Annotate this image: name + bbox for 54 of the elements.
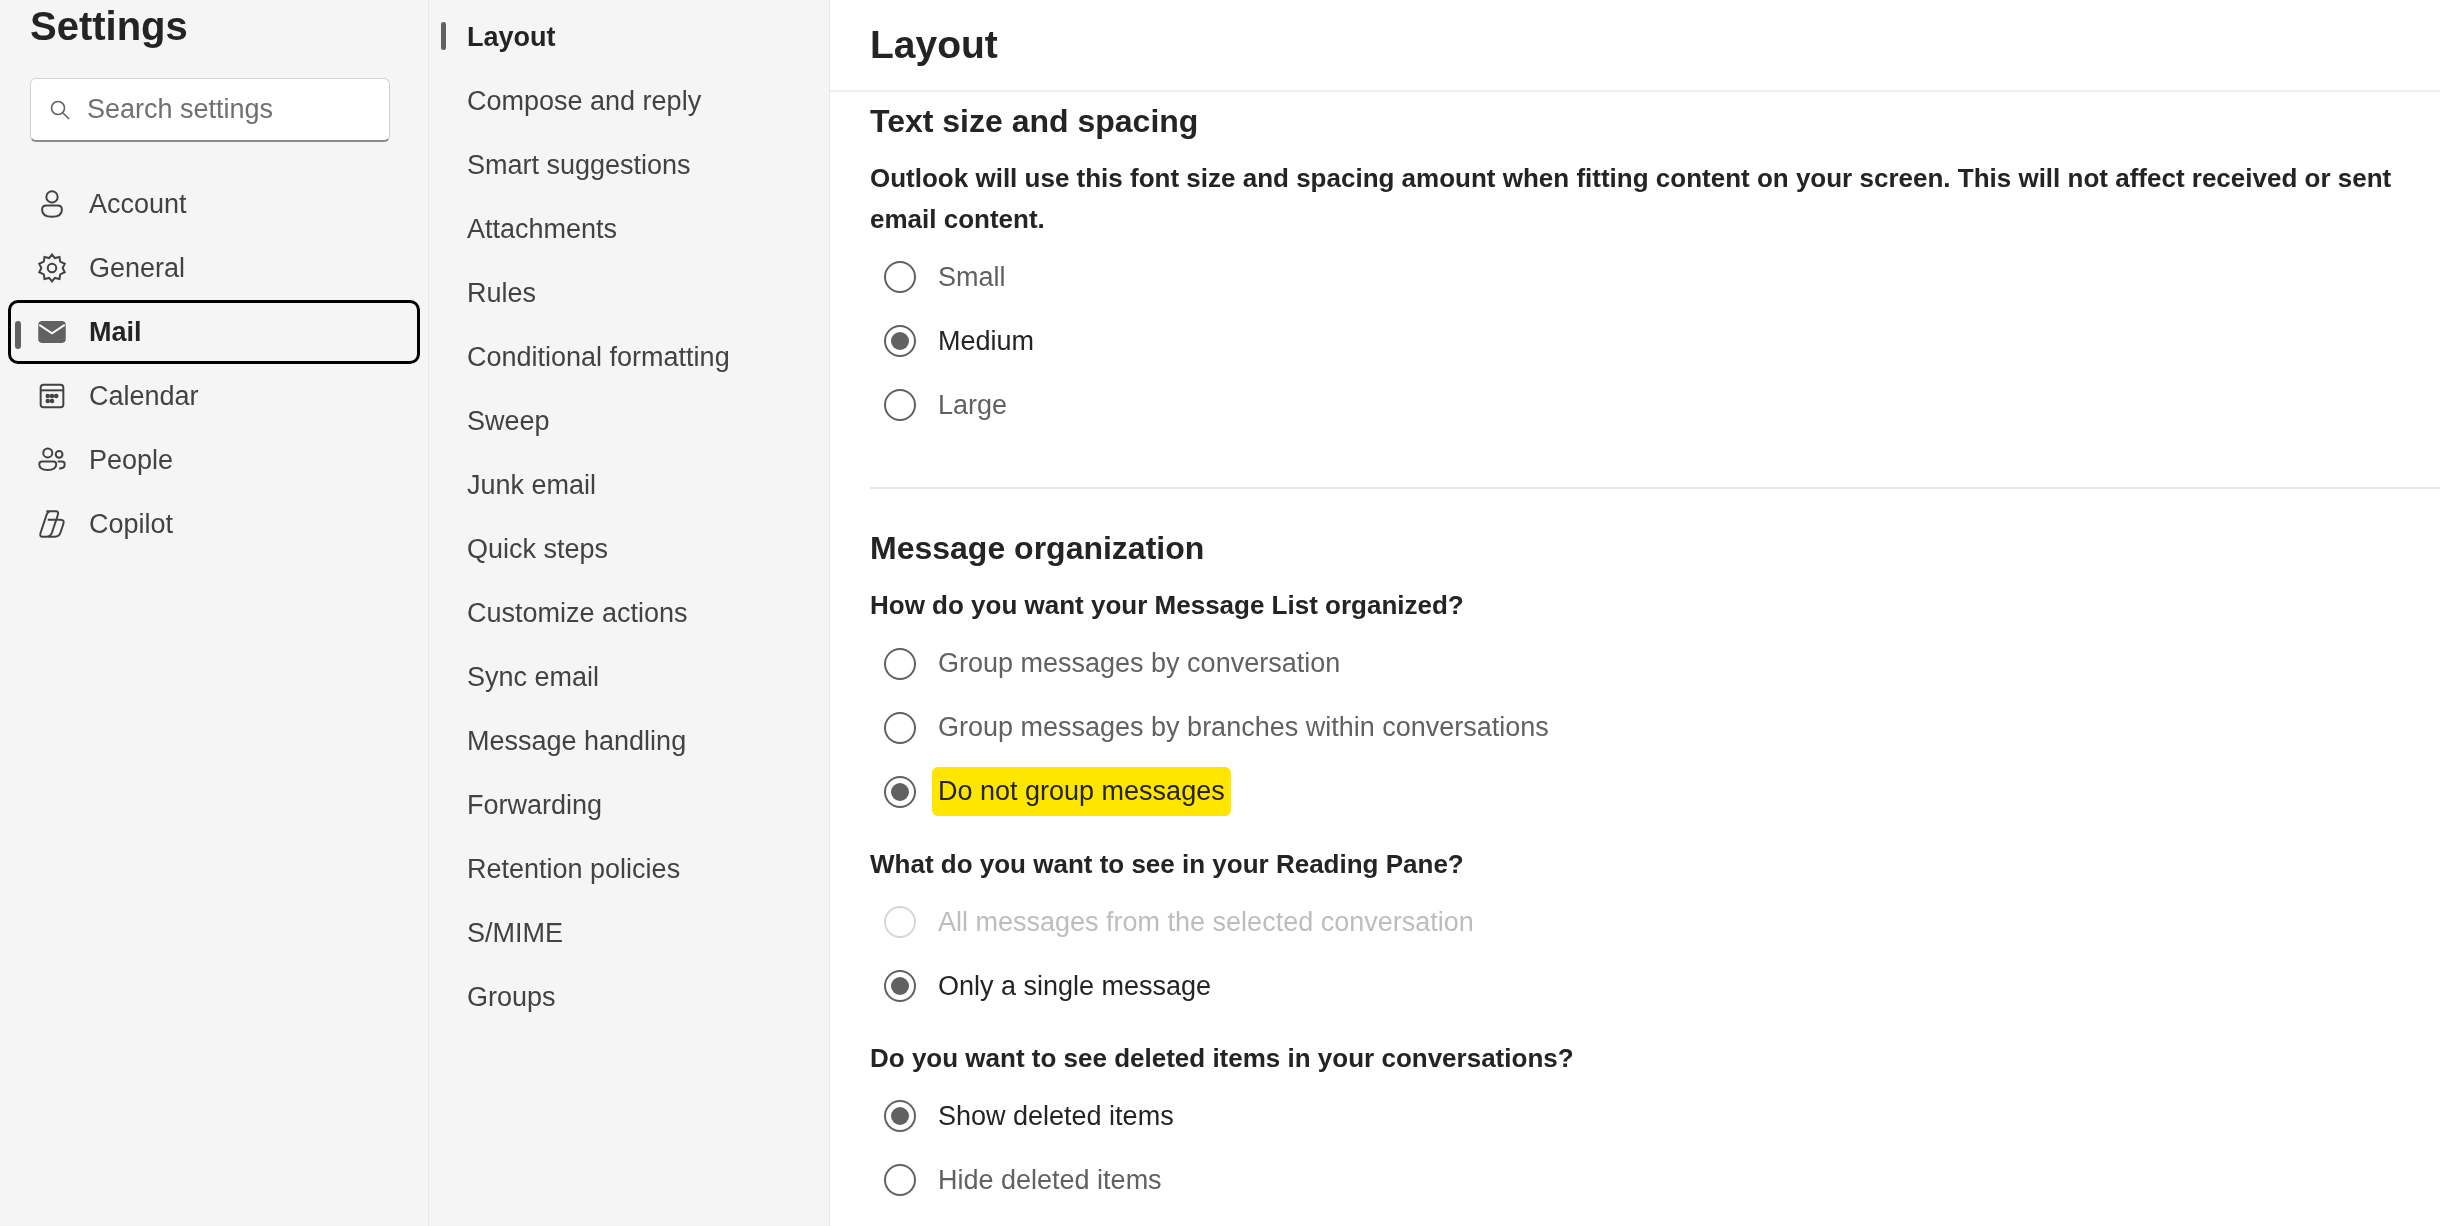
radio-button[interactable] [884,261,916,293]
nav-item[interactable]: Groups [429,964,829,1028]
section-heading: Message organization [870,529,1206,568]
nav-item[interactable]: Smart suggestions [429,132,829,196]
option-label: Large [937,388,1009,422]
nav-item[interactable]: Junk email [429,452,829,516]
sidebar-item[interactable]: People [8,428,420,492]
nav-item[interactable]: Forwarding [429,772,829,836]
sidebar-item[interactable]: Copilot [8,492,420,556]
nav-item[interactable]: S/MIME [429,900,829,964]
section-heading: Text size and spacing [870,102,1200,141]
settings-icon [35,251,69,285]
question-text: Outlook will use this font size and spacing amount when fitting content on your screen. This will not affect received or sent email content. [870,162,2393,236]
nav-item[interactable]: Conditional formatting [429,324,829,388]
nav-item[interactable]: Attachments [429,196,829,260]
radio-button[interactable] [884,325,916,357]
sidebar-item[interactable]: General [8,236,420,300]
option-label: Only a single message [937,969,1213,1003]
selection-indicator [441,22,446,50]
page-heading: Layout [870,21,998,68]
question-text: Do you want to see deleted items in your conversations? [870,1041,1575,1075]
search-icon [48,98,72,122]
radio-button[interactable] [884,1164,916,1197]
radio-button[interactable] [884,1100,916,1133]
sidebar-item[interactable]: Account [8,172,420,236]
option-label: Small [937,260,1007,294]
radio-button[interactable] [884,711,916,744]
nav-item[interactable]: Sweep [429,388,829,452]
question-text: What do you want to see in your Reading Pane? [870,847,1465,881]
nav-item[interactable]: Sync email [429,644,829,708]
selection-indicator [15,321,21,349]
sidebar-item[interactable]: Calendar [8,364,420,428]
sidebar-item[interactable]: Mail [8,300,420,364]
nav-item[interactable]: Quick steps [429,516,829,580]
nav-item[interactable]: Compose and reply [429,68,829,132]
nav-item[interactable]: Layout [429,4,829,68]
nav-item[interactable]: Message handling [429,708,829,772]
option-label: Medium [937,324,1036,358]
option-label: Do not group messages [932,767,1231,816]
radio-button[interactable] [884,389,916,421]
option-label: Group messages by branches within conversations [937,711,1550,745]
question-text: How do you want your Message List organized? [870,589,1465,623]
option-label: Hide deleted items [937,1164,1163,1197]
option-label: Show deleted items [937,1100,1175,1133]
radio-button[interactable] [884,647,916,680]
radio-button[interactable] [884,969,916,1002]
page-title: Settings [30,3,189,50]
nav-item[interactable]: Retention policies [429,836,829,900]
search-field[interactable]: Search settings [30,78,390,142]
option-label: Group messages by conversation [937,647,1342,681]
radio-button[interactable] [884,775,916,808]
nav-item[interactable]: Rules [429,260,829,324]
nav-item[interactable]: Customize actions [429,580,829,644]
option-label: All messages from the selected conversation [937,905,1475,939]
